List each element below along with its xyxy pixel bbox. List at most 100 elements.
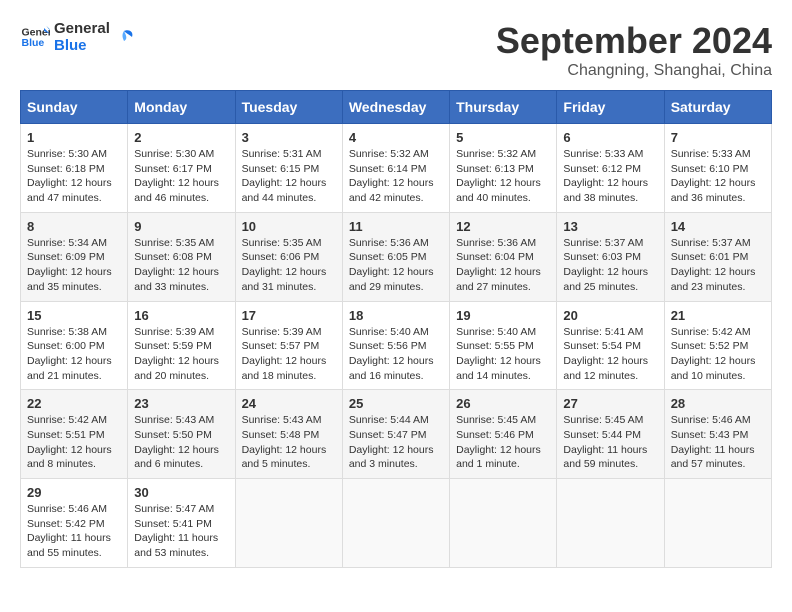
calendar-header-friday: Friday [557,91,664,124]
calendar-week-1: 1Sunrise: 5:30 AMSunset: 6:18 PMDaylight… [21,124,772,213]
day-number: 20 [563,308,657,323]
calendar-cell-23: 23 Sunrise: 5:43 AMSunset: 5:50 PMDayligh… [128,390,235,479]
day-number: 6 [563,130,657,145]
calendar-cell-13: 13 Sunrise: 5:37 AMSunset: 6:03 PMDayligh… [557,212,664,301]
empty-cell [235,479,342,568]
day-info: Sunrise: 5:39 AMSunset: 5:57 PMDaylight:… [242,325,336,384]
title-section: September 2024 Changning, Shanghai, Chin… [496,20,772,80]
calendar-cell-28: 28 Sunrise: 5:46 AMSunset: 5:43 PMDayligh… [664,390,771,479]
month-title: September 2024 [496,20,772,62]
calendar-cell-21: 21Sunrise: 5:42 AMSunset: 5:52 PMDayligh… [664,301,771,390]
day-info: Sunrise: 5:38 AMSunset: 6:00 PMDaylight:… [27,325,121,384]
calendar-body: 1Sunrise: 5:30 AMSunset: 6:18 PMDaylight… [21,124,772,568]
calendar-week-5: 29 Sunrise: 5:46 AMSunset: 5:42 PMDayligh… [21,479,772,568]
location-subtitle: Changning, Shanghai, China [496,62,772,80]
day-number: 25 [349,396,443,411]
day-number: 24 [242,396,336,411]
calendar-cell-9: 9Sunrise: 5:35 AMSunset: 6:08 PMDaylight… [128,212,235,301]
day-info: Sunrise: 5:45 AMSunset: 5:46 PMDaylight:… [456,413,550,472]
header: General Blue General Blue September 2024… [20,20,772,80]
calendar-cell-15: 15 Sunrise: 5:38 AMSunset: 6:00 PMDayligh… [21,301,128,390]
calendar-cell-18: 18 Sunrise: 5:40 AMSunset: 5:56 PMDayligh… [342,301,449,390]
day-number: 13 [563,219,657,234]
day-number: 30 [134,485,228,500]
day-info: Sunrise: 5:32 AMSunset: 6:14 PMDaylight:… [349,147,443,206]
day-info: Sunrise: 5:34 AMSunset: 6:09 PMDaylight:… [27,236,121,295]
calendar-cell-11: 11Sunrise: 5:36 AMSunset: 6:05 PMDayligh… [342,212,449,301]
calendar-cell-26: 26Sunrise: 5:45 AMSunset: 5:46 PMDayligh… [450,390,557,479]
day-number: 18 [349,308,443,323]
calendar-header-thursday: Thursday [450,91,557,124]
calendar-cell-3: 3Sunrise: 5:31 AMSunset: 6:15 PMDaylight… [235,124,342,213]
day-number: 28 [671,396,765,411]
day-number: 21 [671,308,765,323]
day-info: Sunrise: 5:40 AMSunset: 5:56 PMDaylight:… [349,325,443,384]
day-number: 7 [671,130,765,145]
calendar-cell-24: 24 Sunrise: 5:43 AMSunset: 5:48 PMDayligh… [235,390,342,479]
day-number: 14 [671,219,765,234]
logo-bird-icon [114,27,134,47]
day-info: Sunrise: 5:37 AMSunset: 6:01 PMDaylight:… [671,236,765,295]
day-number: 29 [27,485,121,500]
svg-text:Blue: Blue [22,37,45,49]
day-number: 2 [134,130,228,145]
day-number: 19 [456,308,550,323]
calendar-cell-27: 27Sunrise: 5:45 AMSunset: 5:44 PMDayligh… [557,390,664,479]
day-info: Sunrise: 5:39 AMSunset: 5:59 PMDaylight:… [134,325,228,384]
calendar-header-saturday: Saturday [664,91,771,124]
day-info: Sunrise: 5:35 AMSunset: 6:06 PMDaylight:… [242,236,336,295]
day-info: Sunrise: 5:37 AMSunset: 6:03 PMDaylight:… [563,236,657,295]
logo: General Blue General Blue [20,20,134,54]
day-number: 10 [242,219,336,234]
day-info: Sunrise: 5:36 AMSunset: 6:04 PMDaylight:… [456,236,550,295]
day-number: 17 [242,308,336,323]
calendar-week-2: 8 Sunrise: 5:34 AMSunset: 6:09 PMDaylight… [21,212,772,301]
calendar-table: SundayMondayTuesdayWednesdayThursdayFrid… [20,90,772,568]
empty-cell [557,479,664,568]
calendar-header-sunday: Sunday [21,91,128,124]
day-info: Sunrise: 5:44 AMSunset: 5:47 PMDaylight:… [349,413,443,472]
calendar-header-wednesday: Wednesday [342,91,449,124]
logo-general: General [54,20,110,37]
calendar-cell-10: 10 Sunrise: 5:35 AMSunset: 6:06 PMDayligh… [235,212,342,301]
calendar-cell-29: 29 Sunrise: 5:46 AMSunset: 5:42 PMDayligh… [21,479,128,568]
calendar-cell-20: 20Sunrise: 5:41 AMSunset: 5:54 PMDayligh… [557,301,664,390]
calendar-cell-1: 1Sunrise: 5:30 AMSunset: 6:18 PMDaylight… [21,124,128,213]
empty-cell [664,479,771,568]
day-info: Sunrise: 5:47 AMSunset: 5:41 PMDaylight:… [134,502,228,561]
calendar-cell-8: 8 Sunrise: 5:34 AMSunset: 6:09 PMDaylight… [21,212,128,301]
calendar-cell-19: 19 Sunrise: 5:40 AMSunset: 5:55 PMDayligh… [450,301,557,390]
logo-icon: General Blue [20,22,50,52]
calendar-cell-16: 16Sunrise: 5:39 AMSunset: 5:59 PMDayligh… [128,301,235,390]
calendar-header-row: SundayMondayTuesdayWednesdayThursdayFrid… [21,91,772,124]
day-number: 23 [134,396,228,411]
day-info: Sunrise: 5:43 AMSunset: 5:48 PMDaylight:… [242,413,336,472]
day-number: 22 [27,396,121,411]
day-info: Sunrise: 5:43 AMSunset: 5:50 PMDaylight:… [134,413,228,472]
day-info: Sunrise: 5:30 AMSunset: 6:17 PMDaylight:… [134,147,228,206]
day-info: Sunrise: 5:46 AMSunset: 5:43 PMDaylight:… [671,413,765,472]
day-number: 9 [134,219,228,234]
day-number: 11 [349,219,443,234]
calendar-cell-4: 4 Sunrise: 5:32 AMSunset: 6:14 PMDaylight… [342,124,449,213]
day-info: Sunrise: 5:42 AMSunset: 5:51 PMDaylight:… [27,413,121,472]
calendar-cell-5: 5Sunrise: 5:32 AMSunset: 6:13 PMDaylight… [450,124,557,213]
day-number: 8 [27,219,121,234]
day-number: 4 [349,130,443,145]
day-info: Sunrise: 5:46 AMSunset: 5:42 PMDaylight:… [27,502,121,561]
day-info: Sunrise: 5:40 AMSunset: 5:55 PMDaylight:… [456,325,550,384]
day-info: Sunrise: 5:33 AMSunset: 6:10 PMDaylight:… [671,147,765,206]
day-number: 1 [27,130,121,145]
empty-cell [342,479,449,568]
day-info: Sunrise: 5:33 AMSunset: 6:12 PMDaylight:… [563,147,657,206]
calendar-week-3: 15 Sunrise: 5:38 AMSunset: 6:00 PMDayligh… [21,301,772,390]
calendar-cell-25: 25 Sunrise: 5:44 AMSunset: 5:47 PMDayligh… [342,390,449,479]
day-number: 15 [27,308,121,323]
calendar-cell-17: 17 Sunrise: 5:39 AMSunset: 5:57 PMDayligh… [235,301,342,390]
day-info: Sunrise: 5:45 AMSunset: 5:44 PMDaylight:… [563,413,657,472]
day-number: 12 [456,219,550,234]
day-info: Sunrise: 5:31 AMSunset: 6:15 PMDaylight:… [242,147,336,206]
logo-blue: Blue [54,37,110,54]
calendar-cell-12: 12 Sunrise: 5:36 AMSunset: 6:04 PMDayligh… [450,212,557,301]
calendar-cell-22: 22 Sunrise: 5:42 AMSunset: 5:51 PMDayligh… [21,390,128,479]
